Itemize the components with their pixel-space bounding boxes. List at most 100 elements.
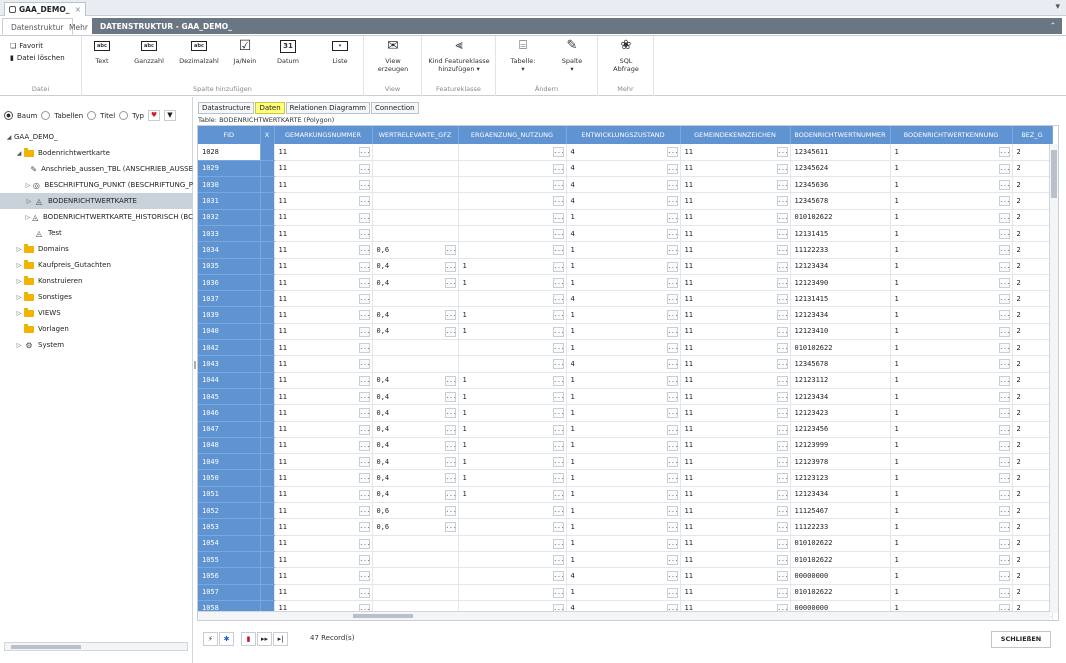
table-cell[interactable]: 11... bbox=[680, 290, 791, 308]
table-row[interactable]: 1034 11... 0,6...... 1... 11... 11122233 1... 2 bbox=[198, 241, 1053, 259]
table-cell[interactable]: 11... bbox=[680, 486, 791, 504]
cell-edit-button[interactable]: ... bbox=[777, 620, 788, 621]
table-cell[interactable]: 1031 bbox=[198, 192, 261, 210]
table-cell[interactable]: 2 bbox=[1012, 535, 1053, 552]
cell-edit-button[interactable]: ... bbox=[998, 310, 1010, 321]
table-cell[interactable]: 12123999 bbox=[790, 437, 891, 455]
cell-edit-button[interactable]: ... bbox=[444, 310, 456, 321]
table-cell[interactable]: ... bbox=[458, 176, 567, 194]
cell-edit-button[interactable]: ... bbox=[666, 424, 678, 435]
cell-edit-button[interactable]: ... bbox=[776, 212, 788, 223]
table-cell[interactable]: 11... bbox=[274, 339, 373, 357]
cell-edit-button[interactable]: ... bbox=[998, 457, 1010, 468]
cell-edit-button[interactable]: ... bbox=[444, 391, 456, 402]
delete-record-icon[interactable]: ▮ bbox=[241, 632, 256, 646]
table-cell[interactable]: 2 bbox=[1012, 144, 1053, 161]
cell-edit-button[interactable]: ... bbox=[666, 554, 678, 565]
table-cell[interactable]: 11... bbox=[274, 306, 373, 324]
table-cell[interactable]: ... bbox=[458, 339, 567, 357]
cell-edit-button[interactable]: ... bbox=[776, 277, 788, 288]
table-cell[interactable] bbox=[372, 584, 459, 601]
column-header[interactable]: GEMARKUNGSNUMMER bbox=[274, 126, 373, 144]
table-cell[interactable]: 1... bbox=[566, 421, 681, 438]
table-cell[interactable]: 1... bbox=[566, 469, 681, 487]
cell-edit-button[interactable]: ... bbox=[776, 310, 788, 321]
column-header[interactable]: BODENRICHTWERTKENNUNG bbox=[890, 126, 1013, 144]
table-cell[interactable]: 0,4... bbox=[372, 469, 459, 487]
table-cell[interactable]: 1... bbox=[566, 535, 681, 552]
table-cell[interactable]: 1... bbox=[458, 486, 567, 504]
table-cell[interactable]: 2 bbox=[1012, 192, 1053, 210]
add-boolean-column-button[interactable]: ☑ Ja/Nein bbox=[230, 39, 260, 65]
cell-edit-button[interactable]: ... bbox=[358, 163, 370, 174]
table-cell[interactable]: 12123434 bbox=[790, 388, 891, 406]
cell-edit-button[interactable]: ... bbox=[998, 554, 1010, 565]
table-cell[interactable]: 1... bbox=[458, 323, 567, 341]
cell-edit-button[interactable]: ... bbox=[552, 163, 564, 174]
cell-edit-button[interactable]: ... bbox=[444, 457, 456, 468]
table-cell[interactable]: 11... bbox=[680, 192, 791, 210]
table-cell[interactable]: 1050 bbox=[198, 469, 261, 487]
table-cell[interactable]: 2 bbox=[1012, 241, 1053, 259]
table-row[interactable]: 1040 11... 0,4... 1... 1... 11... 12123410 1...… bbox=[198, 323, 1053, 341]
add-integer-column-button[interactable]: abc Ganzzahl bbox=[132, 39, 166, 65]
table-cell[interactable]: 2 bbox=[1012, 469, 1053, 487]
table-cell[interactable]: 0,4... bbox=[372, 323, 459, 341]
cell-edit-button[interactable]: ... bbox=[776, 228, 788, 239]
table-cell[interactable]: 2 bbox=[1012, 584, 1053, 601]
tab-menu-icon[interactable]: ▾ bbox=[1055, 2, 1060, 12]
table-cell[interactable]: 1... bbox=[890, 274, 1013, 292]
table-cell[interactable]: 12123434 bbox=[790, 258, 891, 275]
cell-edit-button[interactable]: ... bbox=[444, 424, 456, 435]
table-cell[interactable]: 11122233 bbox=[790, 518, 891, 536]
cell-edit-button[interactable]: ... bbox=[358, 245, 370, 256]
table-cell[interactable]: 1... bbox=[890, 372, 1013, 389]
tree-item[interactable]: ▷ ⚙ System bbox=[0, 337, 193, 353]
table-cell[interactable]: 1049 bbox=[198, 453, 261, 471]
table-cell[interactable]: 1... bbox=[458, 437, 567, 455]
table-cell[interactable]: 1034 bbox=[198, 241, 261, 259]
table-cell[interactable]: 1... bbox=[566, 306, 681, 324]
table-cell[interactable]: 1... bbox=[566, 209, 681, 226]
cell-edit-button[interactable]: ... bbox=[776, 343, 788, 354]
cell-edit-button[interactable]: ... bbox=[552, 457, 564, 468]
table-cell[interactable] bbox=[260, 192, 275, 210]
cell-edit-button[interactable]: ... bbox=[358, 489, 370, 500]
cell-edit-button[interactable]: ... bbox=[776, 180, 788, 191]
table-cell[interactable]: 00000000 bbox=[790, 567, 891, 585]
table-cell[interactable]: 11... bbox=[274, 404, 373, 422]
left-horizontal-scrollbar[interactable] bbox=[4, 642, 188, 651]
table-cell[interactable]: 0,4... bbox=[372, 437, 459, 455]
cell-edit-button[interactable]: ... bbox=[358, 326, 370, 337]
table-cell[interactable]: 4... bbox=[566, 192, 681, 210]
last-page-icon[interactable]: ▸| bbox=[273, 632, 288, 646]
table-cell[interactable]: 11... bbox=[274, 225, 373, 243]
table-cell[interactable]: 2 bbox=[1012, 274, 1053, 292]
table-cell[interactable] bbox=[260, 372, 275, 389]
radio-typ[interactable] bbox=[119, 111, 129, 120]
table-cell[interactable]: 1036 bbox=[198, 274, 261, 292]
table-cell[interactable]: 010102622 bbox=[790, 535, 891, 552]
table-cell[interactable]: 1... bbox=[890, 306, 1013, 324]
table-cell[interactable]: 4... bbox=[566, 176, 681, 194]
table-cell[interactable]: 11... bbox=[274, 388, 373, 406]
table-cell[interactable]: 11... bbox=[274, 323, 373, 341]
table-cell[interactable]: 1... bbox=[458, 421, 567, 438]
table-cell[interactable] bbox=[372, 209, 459, 226]
table-cell[interactable]: 11... bbox=[274, 584, 373, 601]
table-cell[interactable]: 1... bbox=[890, 502, 1013, 520]
table-cell[interactable]: 2 bbox=[1012, 551, 1053, 569]
cell-edit-button[interactable]: ... bbox=[358, 473, 370, 484]
tree-item[interactable]: Vorlagen bbox=[0, 321, 193, 337]
table-cell[interactable] bbox=[372, 290, 459, 308]
cell-edit-button[interactable]: ... bbox=[358, 375, 370, 386]
cell-edit-button[interactable]: ... bbox=[998, 147, 1010, 157]
table-cell[interactable]: 1... bbox=[890, 339, 1013, 357]
table-cell[interactable]: 2 bbox=[1012, 209, 1053, 226]
table-cell[interactable]: 11... bbox=[274, 160, 373, 178]
cell-edit-button[interactable]: ... bbox=[776, 489, 788, 500]
cell-edit-button[interactable]: ... bbox=[358, 457, 370, 468]
table-row[interactable]: 1028 11...... 4... 11... 12345611 1... 2 bbox=[198, 144, 1053, 161]
cell-edit-button[interactable]: ... bbox=[998, 163, 1010, 174]
table-cell[interactable] bbox=[372, 176, 459, 194]
